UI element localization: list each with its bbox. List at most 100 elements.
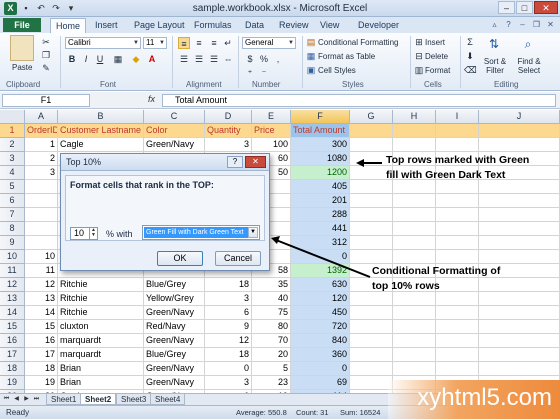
cell[interactable]: 1200 [291,166,350,180]
cell[interactable]: Green/Navy [144,138,205,152]
cell[interactable]: 3 [25,166,58,180]
cell[interactable] [350,348,393,362]
row-header[interactable]: 12 [0,278,25,292]
cell[interactable]: 40 [252,292,291,306]
format-button[interactable]: Format [425,66,450,75]
cell[interactable] [393,194,436,208]
cell-styles-icon[interactable]: ▣ [305,64,317,76]
format-painter-icon[interactable]: ✎ [40,62,52,74]
cell[interactable]: 80 [252,320,291,334]
cell[interactable] [479,222,560,236]
decrease-decimal-icon[interactable]: ⁻ [258,67,270,79]
currency-button[interactable]: $ [244,53,256,65]
cell[interactable]: Green/Navy [144,362,205,376]
align-middle-icon[interactable]: ≡ [193,37,205,49]
find-select-button[interactable]: Find & Select [512,57,546,75]
sheet-tab-2[interactable]: Sheet2 [80,394,117,405]
cell[interactable]: 70 [252,334,291,348]
increase-decimal-icon[interactable]: ⁺ [244,67,256,79]
cell[interactable]: 10 [25,250,58,264]
cell[interactable]: 5 [252,362,291,376]
cell[interactable]: 18 [205,348,252,362]
percent-button[interactable]: % [258,53,270,65]
row-header[interactable]: 15 [0,320,25,334]
align-right-icon[interactable]: ☰ [208,53,220,65]
cell[interactable] [393,138,436,152]
cell[interactable] [393,306,436,320]
fill-icon[interactable]: ⬇ [464,50,476,62]
cell[interactable] [350,194,393,208]
cell[interactable] [479,334,560,348]
help-icon[interactable]: ? [503,19,514,30]
tab-data[interactable]: Data [245,18,264,33]
row-header[interactable]: 14 [0,306,25,320]
underline-button[interactable]: U [94,53,106,65]
sheet-tab-4[interactable]: Sheet4 [150,394,186,405]
cell[interactable]: marquardt [58,348,144,362]
header-cell[interactable]: Customer Lastname [58,124,144,138]
sort-filter-button[interactable]: Sort & Filter [480,57,510,75]
cell[interactable]: 3 [205,138,252,152]
cell[interactable]: 0 [205,362,252,376]
cell[interactable]: 19 [25,376,58,390]
cell[interactable] [479,348,560,362]
tab-developer[interactable]: Developer [358,18,399,33]
header-cell[interactable] [350,124,393,138]
cut-icon[interactable]: ✂ [40,36,52,48]
cell[interactable] [393,250,436,264]
cell[interactable]: 360 [291,348,350,362]
column-header-h[interactable]: H [393,110,436,124]
format-select[interactable]: Green Fill with Dark Green Text ▼ [142,225,260,240]
cell[interactable] [479,138,560,152]
cell[interactable]: 20 [252,348,291,362]
cell[interactable] [479,250,560,264]
cell[interactable] [393,320,436,334]
tab-home[interactable]: Home [50,18,87,33]
spinner-arrows-icon[interactable]: ▲ ▼ [89,228,97,239]
cell[interactable]: 6 [205,306,252,320]
cell[interactable]: 17 [25,348,58,362]
cell[interactable]: 3 [205,376,252,390]
align-top-icon[interactable]: ≡ [178,37,190,49]
font-name-combo[interactable]: Calibri ▼ [65,37,141,49]
cell[interactable]: Brian [58,362,144,376]
cell[interactable] [436,208,479,222]
chevron-down-icon[interactable]: ▼ [158,38,166,48]
dialog-close-button[interactable]: ✕ [245,156,266,168]
next-sheet-icon[interactable]: ▶ [22,395,31,404]
align-center-icon[interactable]: ☰ [193,53,205,65]
cell[interactable] [350,320,393,334]
cell[interactable] [436,306,479,320]
header-cell[interactable]: Total Amount [291,124,350,138]
cell[interactable]: 312 [291,236,350,250]
cell[interactable]: 35 [252,278,291,292]
cell[interactable]: 0 [291,250,350,264]
cell[interactable] [479,306,560,320]
row-header[interactable]: 11 [0,264,25,278]
conditional-formatting-button[interactable]: Conditional Formatting [318,38,398,47]
header-cell[interactable]: Color [144,124,205,138]
tab-page-layout[interactable]: Page Layout [134,18,185,33]
number-format-combo[interactable]: General ▼ [242,37,296,49]
cell[interactable] [393,362,436,376]
cell[interactable]: Ritchie [58,292,144,306]
cell[interactable] [479,362,560,376]
cell[interactable]: 1080 [291,152,350,166]
cell[interactable]: 201 [291,194,350,208]
name-box[interactable]: F1 [2,94,90,107]
header-cell[interactable] [436,124,479,138]
cell[interactable]: 23 [252,376,291,390]
cell[interactable]: 12 [205,334,252,348]
cell[interactable] [350,292,393,306]
cell[interactable] [350,362,393,376]
column-header-f[interactable]: F [291,110,350,124]
cell[interactable]: 100 [252,138,291,152]
maximize-icon[interactable]: □ [516,1,533,14]
tab-view[interactable]: View [320,18,339,33]
chevron-down-icon[interactable]: ▼ [132,38,140,48]
row-header[interactable]: 16 [0,334,25,348]
row-header[interactable]: 2 [0,138,25,152]
conditional-formatting-icon[interactable]: ▤ [305,36,317,48]
row-header[interactable]: 13 [0,292,25,306]
insert-button[interactable]: Insert [425,38,445,47]
